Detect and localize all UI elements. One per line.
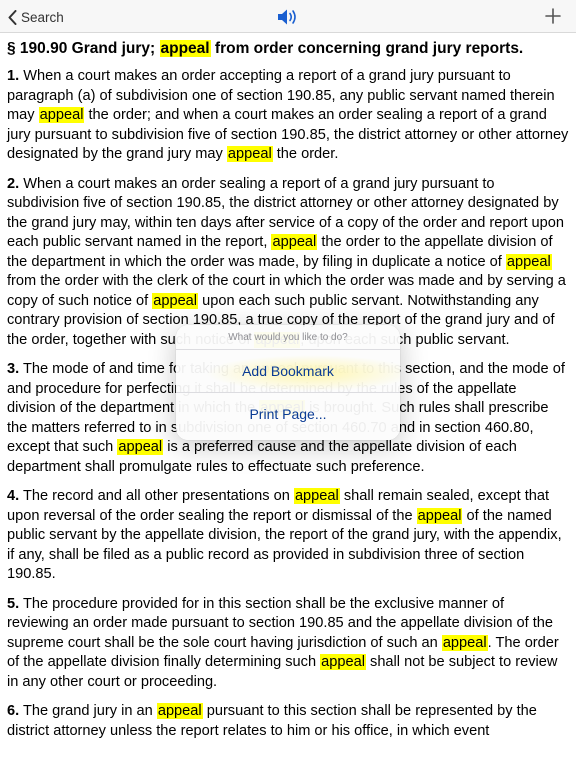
search-highlight: appeal (38, 107, 85, 123)
subdivision-paragraph: 2. When a court makes an order sealing a… (7, 175, 569, 351)
speaker-icon (278, 9, 296, 25)
subdivision-paragraph: 4. The record and all other presentation… (7, 487, 569, 585)
search-highlight: appeal (293, 488, 340, 504)
search-highlight: appeal (152, 292, 199, 309)
search-highlight: appeal (117, 439, 164, 455)
chevron-left-icon (8, 9, 17, 25)
print-page-button[interactable]: Print Page... (176, 392, 400, 435)
action-popover: What would you like to do? Add Bookmark … (176, 325, 400, 440)
heading-suffix: from order concerning grand jury reports… (210, 40, 524, 57)
search-highlight: appeal (416, 507, 463, 524)
subdivision-paragraph: 6. The grand jury in an appeal pursuant … (7, 702, 569, 741)
subdivision-number: 2. (7, 175, 20, 192)
subdivision-paragraph: 5. The procedure provided for in this se… (7, 595, 569, 693)
subdivision-number: 1. (7, 68, 20, 84)
back-button[interactable]: Search (8, 8, 64, 26)
text-run: the order. (272, 146, 339, 162)
text-run: The record and all other presentations o… (19, 488, 294, 504)
subdivision-number: 4. (7, 488, 20, 504)
subdivision-number: 5. (7, 595, 20, 612)
popover-title: What would you like to do? (228, 332, 348, 343)
section-heading: § 190.90 Grand jury; appeal from order c… (7, 39, 569, 59)
search-highlight: appeal (156, 703, 203, 719)
search-highlight: appeal (441, 634, 488, 651)
subdivision-number: 6. (7, 703, 20, 719)
search-highlight: appeal (320, 654, 366, 670)
heading-prefix: § 190.90 Grand jury; (7, 40, 160, 57)
search-highlight: appeal (505, 253, 552, 270)
search-highlight: appeal (159, 40, 211, 57)
back-button-label: Search (21, 9, 64, 25)
subdivision-number: 3. (7, 361, 20, 377)
subdivision-paragraph: 1. When a court makes an order accepting… (7, 67, 569, 165)
text-run: The grand jury in an (19, 703, 157, 719)
add-bookmark-button[interactable]: Add Bookmark (176, 349, 400, 392)
navigation-bar: Search (0, 0, 576, 33)
add-button[interactable] (545, 8, 561, 24)
speaker-button[interactable] (277, 7, 299, 27)
search-highlight: appeal (271, 234, 318, 250)
search-highlight: appeal (226, 146, 273, 162)
plus-icon (545, 8, 561, 24)
